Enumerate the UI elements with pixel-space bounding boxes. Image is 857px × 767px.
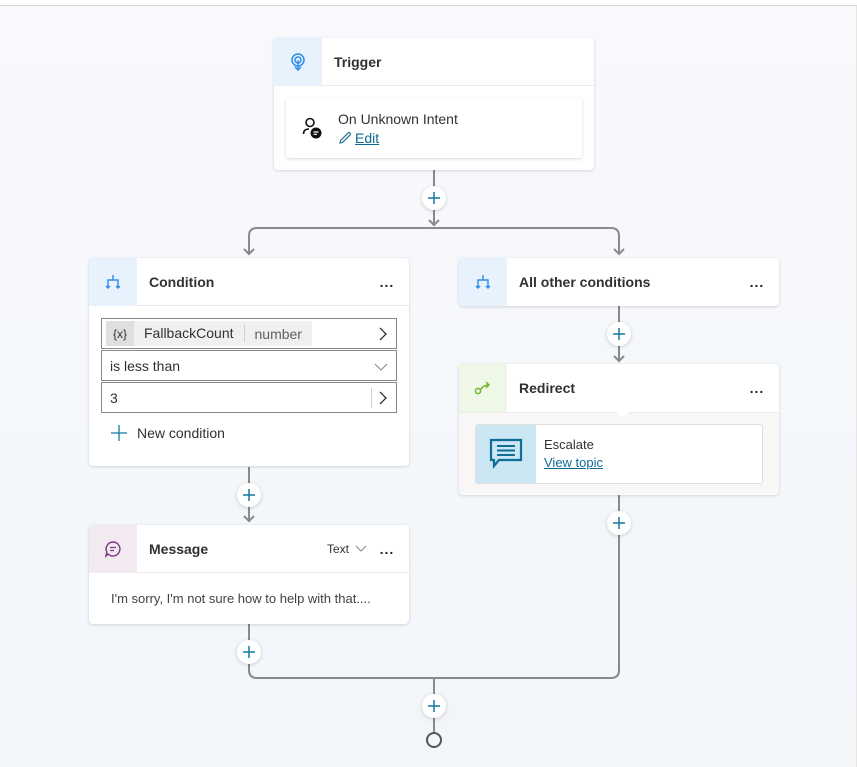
plus-icon bbox=[428, 192, 440, 204]
plus-icon bbox=[428, 700, 440, 712]
redirect-body: Escalate View topic bbox=[459, 412, 779, 494]
condition-value-input[interactable]: 3 bbox=[101, 382, 397, 413]
message-text[interactable]: I'm sorry, I'm not sure how to help with… bbox=[89, 573, 409, 623]
operator-value: is less than bbox=[110, 357, 181, 374]
arrow-left-branch bbox=[243, 248, 255, 256]
trigger-icon bbox=[274, 38, 322, 86]
redirect-notch bbox=[617, 412, 629, 418]
plus-icon bbox=[243, 489, 255, 501]
chevron-down-icon bbox=[374, 363, 388, 371]
plus-icon bbox=[613, 328, 625, 340]
chat-bubble-icon bbox=[89, 525, 137, 573]
pencil-icon bbox=[339, 131, 352, 144]
value-separator bbox=[371, 388, 372, 408]
connector-split bbox=[248, 227, 620, 254]
message-more-button[interactable]: ... bbox=[377, 539, 397, 559]
trigger-node[interactable]: Trigger On Unknown Intent Edit bbox=[274, 38, 594, 170]
plus-icon bbox=[243, 646, 255, 658]
topic-name: Escalate bbox=[544, 437, 594, 452]
trigger-title: Trigger bbox=[334, 53, 382, 70]
chevron-down-icon bbox=[355, 545, 367, 552]
other-conditions-more-button[interactable]: ... bbox=[747, 272, 767, 292]
other-conditions-title: All other conditions bbox=[519, 274, 651, 290]
plus-icon bbox=[613, 517, 625, 529]
arrow-right-branch bbox=[613, 248, 625, 256]
branch-icon bbox=[89, 258, 137, 306]
chevron-right-icon[interactable] bbox=[378, 391, 388, 405]
top-divider bbox=[0, 0, 857, 6]
arrow-redirect bbox=[613, 355, 625, 363]
other-conditions-node[interactable]: All other conditions ... bbox=[459, 258, 779, 306]
message-type-dropdown[interactable]: Text bbox=[327, 542, 367, 556]
message-title: Message bbox=[149, 540, 209, 557]
redirect-header: Redirect ... bbox=[459, 364, 779, 412]
add-step-button[interactable] bbox=[607, 322, 631, 346]
edit-link-text[interactable]: Edit bbox=[355, 130, 379, 146]
branch-icon bbox=[459, 258, 507, 306]
condition-title: Condition bbox=[149, 273, 215, 290]
operator-dropdown[interactable]: is less than bbox=[101, 350, 397, 381]
arrow-trigger bbox=[428, 219, 440, 227]
trigger-event[interactable]: On Unknown Intent Edit bbox=[286, 98, 582, 158]
add-step-button[interactable] bbox=[422, 694, 446, 718]
add-step-button[interactable] bbox=[237, 483, 261, 507]
condition-header: Condition ... bbox=[89, 258, 409, 306]
condition-more-button[interactable]: ... bbox=[377, 272, 397, 292]
plus-icon bbox=[111, 425, 127, 441]
new-condition-label: New condition bbox=[137, 425, 225, 441]
variable-type: number bbox=[254, 325, 302, 342]
view-topic-link[interactable]: View topic bbox=[544, 455, 603, 470]
redirect-more-button[interactable]: ... bbox=[747, 378, 767, 398]
new-condition-button[interactable]: New condition bbox=[101, 413, 397, 453]
redirect-icon bbox=[459, 364, 507, 412]
add-step-button[interactable] bbox=[237, 640, 261, 664]
redirect-title: Redirect bbox=[519, 380, 576, 396]
condition-node[interactable]: Condition ... {x} FallbackCount number i… bbox=[89, 258, 409, 466]
arrow-message bbox=[243, 515, 255, 523]
add-step-button[interactable] bbox=[422, 186, 446, 210]
trigger-header: Trigger bbox=[274, 38, 594, 86]
chat-message-icon bbox=[476, 425, 536, 483]
message-header: Message Text ... bbox=[89, 525, 409, 573]
message-node[interactable]: Message Text ... I'm sorry, I'm not sure… bbox=[89, 525, 409, 624]
variable-icon: {x} bbox=[106, 321, 134, 346]
trigger-event-name: On Unknown Intent bbox=[338, 110, 458, 127]
condition-variable-field[interactable]: {x} FallbackCount number bbox=[101, 318, 397, 349]
variable-pill[interactable]: {x} FallbackCount number bbox=[106, 321, 312, 346]
other-conditions-header: All other conditions ... bbox=[459, 258, 779, 306]
variable-name: FallbackCount bbox=[134, 325, 245, 342]
flow-end-node bbox=[426, 732, 442, 748]
edit-trigger-link[interactable]: Edit bbox=[338, 130, 458, 146]
add-step-button[interactable] bbox=[607, 511, 631, 535]
message-type-label: Text bbox=[326, 541, 349, 556]
chevron-right-icon[interactable] bbox=[378, 327, 388, 341]
person-chat-icon bbox=[286, 117, 338, 139]
redirect-node[interactable]: Redirect ... Escalate View topic bbox=[459, 364, 779, 495]
redirect-topic-card[interactable]: Escalate View topic bbox=[475, 424, 763, 484]
condition-value: 3 bbox=[110, 389, 118, 406]
